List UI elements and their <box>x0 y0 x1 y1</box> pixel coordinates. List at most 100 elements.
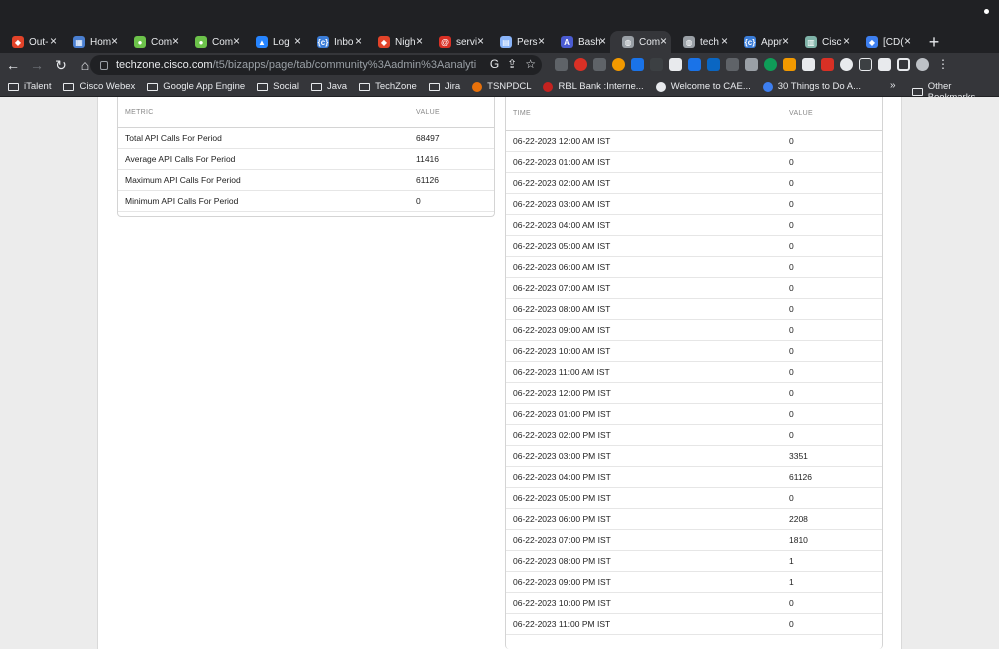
value-column-header: VALUE <box>416 108 440 116</box>
row-value-cell: 0 <box>789 157 794 167</box>
tab-close-icon[interactable]: × <box>721 34 728 48</box>
browser-tab[interactable]: {c} Inbo × <box>305 31 366 53</box>
rss-icon[interactable] <box>783 57 796 71</box>
bookmark-label: Welcome to CAE... <box>670 81 751 92</box>
extension-icon[interactable] <box>612 57 625 71</box>
bookmark-item[interactable]: 30 Things to Do A... <box>762 81 862 92</box>
browser-tab[interactable]: @ servi × <box>427 31 488 53</box>
bookmark-item[interactable]: Welcome to CAE... <box>655 81 751 92</box>
row-value-cell: 0 <box>789 619 794 629</box>
tab-close-icon[interactable]: × <box>294 34 301 48</box>
extension-icon[interactable] <box>821 57 834 71</box>
row-label-cell: 06-22-2023 03:00 AM IST <box>513 199 611 209</box>
tab-label: Out- <box>29 36 49 48</box>
tab-close-icon[interactable]: × <box>782 34 789 48</box>
browser-tab[interactable]: ◍ Com × <box>610 31 671 53</box>
hourly-row: 06-22-2023 09:00 AM IST 0 <box>506 320 882 341</box>
share-icon[interactable]: ⇪ <box>507 57 517 71</box>
hourly-row: 06-22-2023 05:00 PM IST 0 <box>506 488 882 509</box>
reload-icon[interactable]: ↻ <box>50 54 72 76</box>
browser-tab[interactable]: ▥ Cisc × <box>793 31 854 53</box>
tab-close-icon[interactable]: × <box>843 34 850 48</box>
page-content: METRIC VALUE Total API Calls For Period 6… <box>97 97 902 649</box>
browser-tab[interactable]: ◆ Out- × <box>0 31 61 53</box>
metrics-table-header: METRIC VALUE <box>118 97 494 128</box>
forward-arrow-icon[interactable]: → <box>26 54 48 76</box>
row-value-cell: 0 <box>789 283 794 293</box>
bookmark-label: Jira <box>444 81 461 92</box>
bookmark-item[interactable]: RBL Bank :Interne... <box>543 81 644 92</box>
linkedin-icon[interactable] <box>707 57 720 71</box>
extension-icon[interactable] <box>745 57 758 71</box>
browser-tab[interactable]: ◍ tech × <box>671 31 732 53</box>
extension-icon[interactable] <box>631 57 644 71</box>
tab-close-icon[interactable]: × <box>111 34 118 48</box>
bookmark-folder[interactable]: TechZone <box>359 81 417 92</box>
hourly-row: 06-22-2023 02:00 AM IST 0 <box>506 173 882 194</box>
tab-close-icon[interactable]: × <box>660 34 667 48</box>
tab-close-icon[interactable]: × <box>50 34 57 48</box>
extension-icon[interactable] <box>555 57 568 71</box>
back-arrow-icon[interactable]: ← <box>2 54 24 76</box>
extension-icon[interactable] <box>593 57 606 71</box>
bookmark-star-icon[interactable]: ☆ <box>525 57 536 71</box>
browser-tab[interactable]: ◆ [CD(× <box>854 31 915 53</box>
tab-close-icon[interactable]: × <box>599 34 606 48</box>
extension-icon[interactable] <box>726 57 739 71</box>
row-value-cell: 61126 <box>789 472 813 482</box>
extension-icon[interactable] <box>688 57 701 71</box>
bookmark-folder[interactable]: Jira <box>428 81 461 92</box>
new-tab-button[interactable]: + <box>923 31 945 53</box>
extension-icon[interactable] <box>840 57 853 71</box>
tab-favicon-icon: ▦ <box>73 36 85 48</box>
adblock-icon[interactable] <box>574 57 587 71</box>
google-lens-icon[interactable]: G <box>490 57 499 71</box>
bookmark-folder[interactable]: iTalent <box>8 81 51 92</box>
extension-icon[interactable] <box>650 57 663 71</box>
extension-icon[interactable] <box>669 57 682 71</box>
bookmark-label: 30 Things to Do A... <box>777 81 862 92</box>
sidebar-icon[interactable] <box>897 57 910 71</box>
row-label-cell: 06-22-2023 04:00 AM IST <box>513 220 611 230</box>
puzzle-icon[interactable] <box>878 57 891 71</box>
lock-icon <box>100 60 108 70</box>
browser-tab[interactable]: ◆ Nigh × <box>366 31 427 53</box>
hourly-row: 06-22-2023 12:00 PM IST 0 <box>506 383 882 404</box>
extension-icon[interactable] <box>764 57 777 71</box>
bookmarks-overflow-icon[interactable]: » <box>890 80 896 91</box>
bookmark-folder[interactable]: Cisco Webex <box>63 81 135 92</box>
row-label-cell: 06-22-2023 09:00 AM IST <box>513 325 611 335</box>
tab-label: Inbo <box>334 36 354 48</box>
bookmark-folder[interactable]: Google App Engine <box>147 81 245 92</box>
browser-tab[interactable]: ▲ Log × <box>244 31 305 53</box>
browser-tab[interactable]: A Bash × <box>549 31 610 53</box>
bookmark-folder[interactable]: Social <box>257 81 299 92</box>
bookmark-label: Java <box>327 81 348 92</box>
tab-close-icon[interactable]: × <box>416 34 423 48</box>
tab-close-icon[interactable]: × <box>904 34 911 48</box>
bookmark-item[interactable]: TSNPDCL <box>472 81 531 92</box>
browser-tab[interactable]: ▤ Pers × <box>488 31 549 53</box>
browser-tab[interactable]: ● Com × <box>183 31 244 53</box>
browser-tab[interactable]: ● Com × <box>122 31 183 53</box>
profile-avatar-icon[interactable] <box>916 57 929 71</box>
tab-close-icon[interactable]: × <box>355 34 362 48</box>
tab-close-icon[interactable]: × <box>477 34 484 48</box>
browser-tab[interactable]: ▦ Hom × <box>61 31 122 53</box>
hourly-row: 06-22-2023 07:00 PM IST 1810 <box>506 530 882 551</box>
tab-close-icon[interactable]: × <box>172 34 179 48</box>
extensions-area: ⋮ <box>555 57 949 71</box>
tab-close-icon[interactable]: × <box>538 34 545 48</box>
extension-icon[interactable] <box>802 57 815 71</box>
tab-close-icon[interactable]: × <box>233 34 240 48</box>
browser-tab[interactable]: {c} Appr × <box>732 31 793 53</box>
hourly-row: 06-22-2023 07:00 AM IST 0 <box>506 278 882 299</box>
tab-label: Bash <box>578 36 600 48</box>
bookmark-folder[interactable]: Java <box>311 81 347 92</box>
address-bar[interactable]: techzone.cisco.com/t5/bizapps/page/tab/c… <box>90 55 542 75</box>
tab-label: Pers <box>517 36 538 48</box>
metrics-panel: METRIC VALUE Total API Calls For Period 6… <box>117 97 495 217</box>
extension-icon[interactable] <box>859 57 872 71</box>
more-menu-icon[interactable]: ⋮ <box>937 57 949 71</box>
row-value-cell: 0 <box>789 325 794 335</box>
